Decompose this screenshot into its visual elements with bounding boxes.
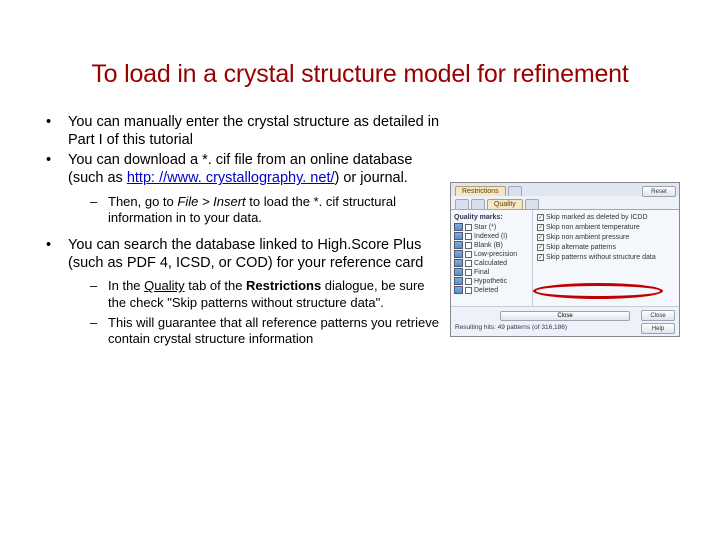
dialog-subtabs: Quality Reset (451, 196, 679, 209)
checkbox[interactable] (465, 233, 472, 240)
mark-icon (454, 223, 463, 231)
checkbox[interactable] (537, 224, 544, 231)
sub-item: This will guarantee that all reference p… (68, 315, 440, 348)
mark-label: Low-precision (474, 251, 517, 258)
skip-option-label: Skip non ambient pressure (546, 234, 629, 241)
checkbox[interactable] (465, 224, 472, 231)
skip-option-row: Skip non ambient temperature (537, 224, 675, 231)
menu-path: File > Insert (177, 194, 245, 209)
panel-title: Quality marks: (454, 214, 529, 221)
subtab[interactable] (471, 199, 485, 209)
dialog-name: Restrictions (246, 278, 321, 293)
help-button[interactable]: Help (641, 323, 675, 334)
bullet-list: You can manually enter the crystal struc… (40, 113, 440, 347)
reset-button[interactable]: Reset (642, 186, 676, 197)
quality-mark-row: Star (*) (454, 223, 529, 231)
skip-option-label: Skip marked as deleted by ICDD (546, 214, 648, 221)
mark-icon (454, 232, 463, 240)
quality-mark-row: Final (454, 268, 529, 276)
crystallography-link[interactable]: http: //www. crystallography. net/ (127, 170, 335, 186)
checkbox[interactable] (537, 214, 544, 221)
checkbox[interactable] (465, 260, 472, 267)
subtab[interactable] (455, 199, 469, 209)
mark-label: Final (474, 269, 489, 276)
dialog-footer: Close Resulting hits: 49 patterns (of 31… (451, 306, 679, 336)
checkbox[interactable] (537, 254, 544, 261)
checkbox[interactable] (465, 242, 472, 249)
checkbox[interactable] (537, 234, 544, 241)
skip-option-label: Skip patterns without structure data (546, 254, 656, 261)
close-button[interactable]: Close (641, 310, 675, 321)
checkbox[interactable] (465, 251, 472, 258)
bullet-item: You can search the database linked to Hi… (40, 236, 440, 347)
sub-list: In the Quality tab of the Restrictions d… (68, 278, 440, 347)
subtab[interactable] (525, 199, 539, 209)
slide: To load in a crystal structure model for… (0, 0, 720, 540)
subtab-quality[interactable]: Quality (487, 199, 523, 209)
footer-buttons: Close Help (641, 310, 675, 334)
checkbox[interactable] (465, 278, 472, 285)
sub-text: Then, go to (108, 194, 177, 209)
mark-icon (454, 286, 463, 294)
checkbox[interactable] (465, 287, 472, 294)
checkbox[interactable] (465, 269, 472, 276)
skip-option-row: Skip non ambient pressure (537, 234, 675, 241)
restrictions-dialog-mock: Restrictions Quality Reset Quality marks… (450, 182, 680, 337)
skip-option-row: Skip marked as deleted by ICDD (537, 214, 675, 221)
side-buttons: Reset (642, 186, 676, 197)
skip-option-label: Skip non ambient temperature (546, 224, 640, 231)
highlight-circle-icon (533, 283, 663, 299)
mark-icon (454, 277, 463, 285)
skip-option-row: Skip patterns without structure data (537, 254, 675, 261)
bullet-text: You can search the database linked to Hi… (68, 237, 423, 271)
quality-mark-row: Low-precision (454, 250, 529, 258)
sub-text: tab of the (185, 278, 246, 293)
text-column: You can manually enter the crystal struc… (40, 113, 440, 357)
mark-label: Calculated (474, 260, 507, 267)
quality-mark-row: Hypothetic (454, 277, 529, 285)
quality-mark-row: Indexed (I) (454, 232, 529, 240)
bullet-text: ) or journal. (335, 170, 408, 186)
mark-icon (454, 259, 463, 267)
mark-icon (454, 268, 463, 276)
sub-text: In the (108, 278, 144, 293)
mark-label: Hypothetic (474, 278, 507, 285)
bullet-item: You can download a *. cif file from an o… (40, 151, 440, 226)
bullet-text: You can manually enter the crystal struc… (68, 114, 439, 148)
sub-item: Then, go to File > Insert to load the *.… (68, 194, 440, 227)
quality-mark-row: Calculated (454, 259, 529, 267)
quality-mark-row: Deleted (454, 286, 529, 294)
tab-other[interactable] (508, 186, 522, 196)
close-bar-button[interactable]: Close (500, 311, 630, 321)
screenshot-column: Restrictions Quality Reset Quality marks… (450, 182, 680, 337)
checkbox[interactable] (537, 244, 544, 251)
mark-label: Blank (B) (474, 242, 503, 249)
sub-list: Then, go to File > Insert to load the *.… (68, 194, 440, 227)
sub-item: In the Quality tab of the Restrictions d… (68, 278, 440, 311)
bullet-item: You can manually enter the crystal struc… (40, 113, 440, 149)
mark-icon (454, 241, 463, 249)
mark-label: Deleted (474, 287, 498, 294)
tab-name: Quality (144, 278, 184, 293)
mark-label: Indexed (I) (474, 233, 507, 240)
slide-title: To load in a crystal structure model for… (40, 60, 680, 89)
tab-restrictions[interactable]: Restrictions (455, 186, 506, 196)
skip-option-row: Skip alternate patterns (537, 244, 675, 251)
mark-label: Star (*) (474, 224, 496, 231)
quality-mark-row: Blank (B) (454, 241, 529, 249)
skip-option-label: Skip alternate patterns (546, 244, 616, 251)
mark-icon (454, 250, 463, 258)
content-row: You can manually enter the crystal struc… (40, 113, 680, 357)
sub-text: This will guarantee that all reference p… (108, 315, 439, 346)
